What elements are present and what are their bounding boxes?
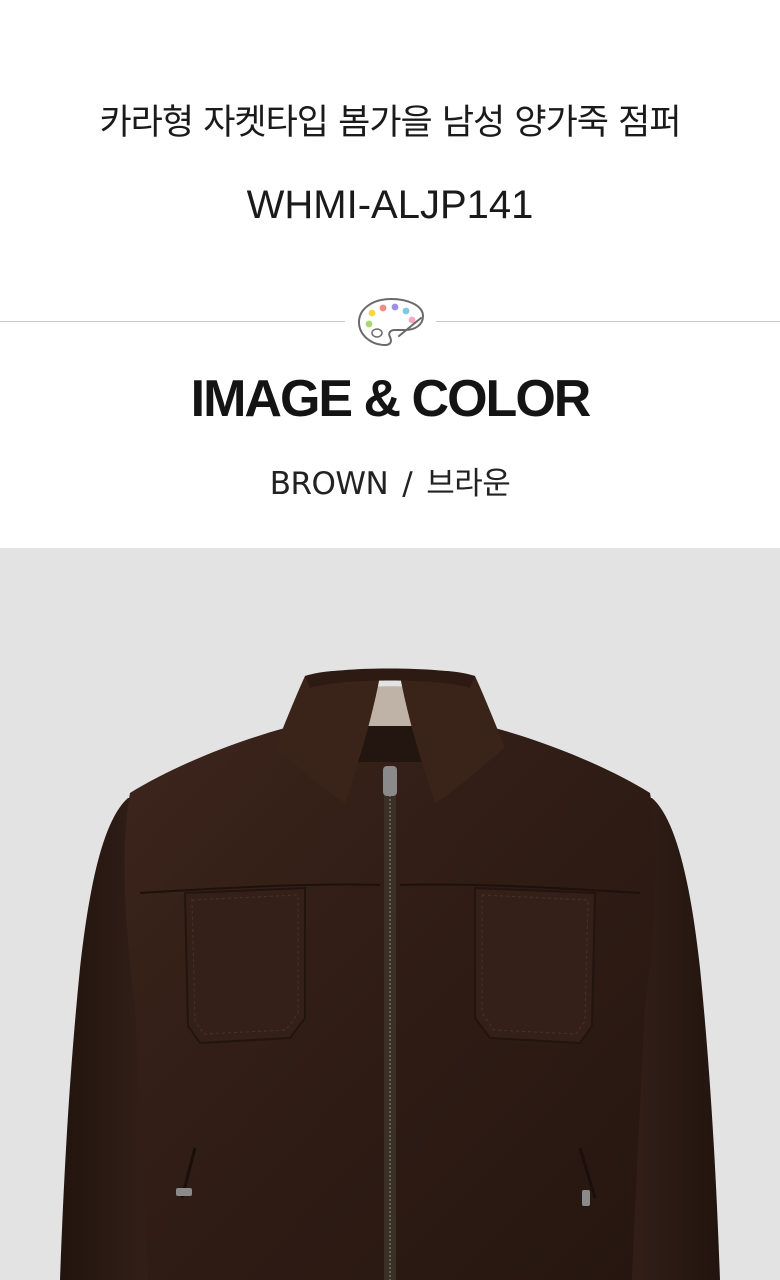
product-detail-page: 카라형 자켓타입 봄가을 남성 양가죽 점퍼 WHMI-ALJP141 IMAG… bbox=[0, 0, 780, 1280]
section-title: IMAGE & COLOR bbox=[190, 370, 592, 428]
divider-left bbox=[0, 321, 345, 322]
palette-dot bbox=[368, 309, 376, 317]
palette-dot bbox=[379, 304, 387, 312]
zipper-pull bbox=[383, 766, 397, 796]
palette-icon bbox=[357, 297, 425, 347]
palette-dot bbox=[391, 303, 399, 311]
product-header: 카라형 자켓타입 봄가을 남성 양가죽 점퍼 WHMI-ALJP141 IMAG… bbox=[0, 0, 780, 548]
jacket-pocket-right bbox=[474, 886, 597, 1045]
jacket-pocket-left bbox=[183, 886, 306, 1045]
color-name-korean: 브라운 bbox=[426, 466, 511, 502]
product-photo bbox=[0, 548, 780, 1280]
divider-right bbox=[436, 321, 780, 322]
palette-dot bbox=[402, 307, 410, 315]
color-name-english: BROWN bbox=[269, 466, 389, 502]
side-zipper-pull-left bbox=[176, 1188, 192, 1196]
palette-dot bbox=[365, 320, 373, 328]
jacket-image bbox=[60, 668, 720, 1280]
product-title: 카라형 자켓타입 봄가을 남성 양가죽 점퍼 bbox=[99, 103, 681, 143]
color-name: BROWN / 브라운 bbox=[0, 462, 780, 506]
side-zipper-pull-right bbox=[582, 1190, 590, 1206]
color-name-separator: / bbox=[402, 466, 413, 502]
product-code: WHMI-ALJP141 bbox=[246, 183, 534, 227]
